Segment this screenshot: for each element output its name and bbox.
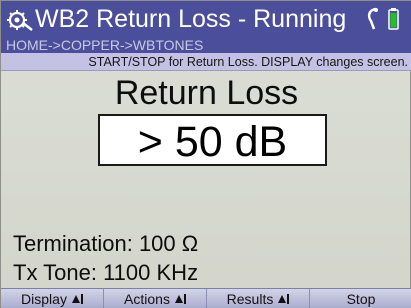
arrow-up-icon: [71, 295, 80, 303]
device-screen: WB2 Return Loss - Running HOME->COPPER->…: [0, 0, 411, 308]
measurement-label: Return Loss: [114, 74, 299, 112]
breadcrumb: HOME->COPPER->WBTONES: [6, 37, 204, 53]
actions-softkey[interactable]: Actions: [104, 289, 207, 308]
arrow-up-icon-bar: [183, 294, 186, 304]
measurement-value: > 50 dB: [137, 118, 288, 166]
title-bar: WB2 Return Loss - Running: [1, 1, 411, 37]
battery-icon: [388, 8, 399, 30]
stop-softkey-label: Stop: [346, 291, 376, 307]
arrow-up-icon-bar: [287, 294, 290, 304]
hint-text: START/STOP for Return Loss. DISPLAY chan…: [88, 55, 408, 69]
results-softkey-label: Results: [226, 291, 274, 307]
results-softkey[interactable]: Results: [207, 289, 310, 308]
tx-tone-info: Tx Tone: 1100 KHz: [13, 260, 199, 285]
stop-softkey[interactable]: Stop: [310, 289, 411, 308]
arrow-up-icon-bar: [80, 294, 83, 304]
actions-softkey-label: Actions: [124, 291, 170, 307]
breadcrumb-bar: HOME->COPPER->WBTONES: [1, 37, 411, 53]
termination-info: Termination: 100 Ω: [13, 231, 199, 256]
arrow-up-icon: [278, 295, 287, 303]
page-title: WB2 Return Loss - Running: [35, 5, 347, 33]
arrow-up-icon: [174, 295, 183, 303]
softkey-bar: Display Actions Results Stop: [1, 288, 411, 308]
display-softkey-label: Display: [21, 291, 67, 307]
settings-gear-icon: [7, 10, 33, 31]
hint-bar: START/STOP for Return Loss. DISPLAY chan…: [1, 53, 411, 71]
test-lead-icon: [367, 7, 378, 30]
measurement-value-box: > 50 dB: [98, 114, 327, 166]
status-icons: [367, 7, 399, 30]
display-softkey[interactable]: Display: [1, 289, 104, 308]
